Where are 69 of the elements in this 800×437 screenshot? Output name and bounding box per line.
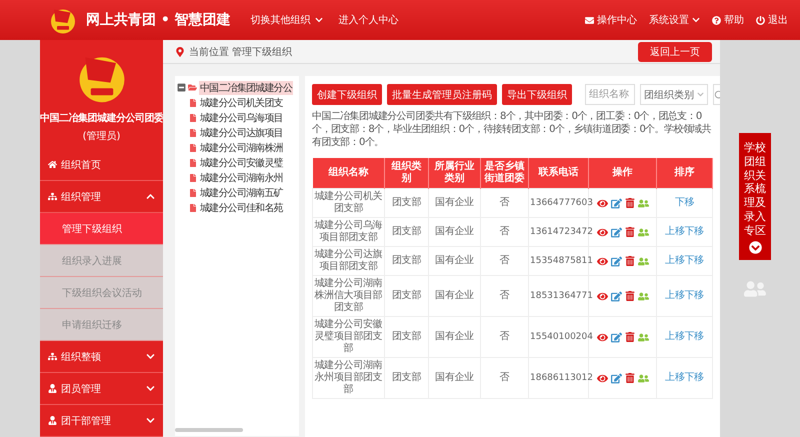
category-select[interactable]: 团组织类别 — [640, 84, 708, 105]
header-link[interactable]: 退出 — [756, 13, 788, 27]
column-header: 所属行业类别 — [428, 158, 480, 188]
tree-node[interactable]: 城建分公司湖南五矿 — [175, 185, 299, 200]
table-cell: 国有企业 — [428, 188, 480, 218]
back-button[interactable]: 返回上一页 — [638, 42, 712, 62]
tree-node[interactable]: 城建分公司机关团支 — [175, 95, 299, 110]
tree-node[interactable]: 城建分公司达旗项目 — [175, 125, 299, 140]
header-link[interactable]: 帮助 — [712, 13, 744, 27]
sort-link[interactable]: 下移 — [684, 372, 704, 383]
role-label: (管理员) — [82, 130, 120, 143]
nav-link[interactable]: 进入个人中心 — [338, 13, 399, 27]
submenu-item[interactable]: 管理下级组织 — [40, 213, 163, 245]
table-cell: 城建分公司安徽灵璧项目部团支部 — [312, 316, 384, 358]
org-name: 中国二冶集团城建分公司团委 — [40, 111, 164, 125]
tree-node[interactable]: 城建分公司乌海项目 — [175, 110, 299, 125]
table-cell: 否 — [480, 276, 528, 316]
table-cell: 城建分公司湖南株洲信大项目部团支部 — [312, 276, 384, 316]
search-field[interactable]: 组织名称 — [585, 84, 635, 105]
action-button[interactable]: 创建下级组织 — [312, 84, 382, 105]
table-cell: 团支部 — [384, 188, 428, 218]
column-header: 是否乡镇街道团委 — [480, 158, 528, 188]
tree-node[interactable]: 城建分公司佳和名苑 — [175, 200, 299, 215]
sort-link[interactable]: 上移 — [665, 255, 684, 266]
sort-link[interactable]: 上移 — [665, 290, 684, 301]
column-header: 操作 — [588, 158, 656, 188]
table-cell: 国有企业 — [428, 316, 480, 358]
tree-node[interactable]: 城建分公司安徽灵璧 — [175, 155, 299, 170]
table-cell: 国有企业 — [428, 246, 480, 276]
table-cell: 城建分公司湖南永州项目部团支部 — [312, 358, 384, 398]
table-cell: 否 — [480, 246, 528, 276]
table-cell: 团支部 — [384, 358, 428, 398]
breadcrumb: 当前位置 管理下级组织 — [189, 46, 292, 58]
sort-link[interactable]: 上移 — [665, 226, 684, 237]
sort-link[interactable]: 下移 — [684, 226, 704, 237]
tree-node[interactable]: 城建分公司湖南永州 — [175, 170, 299, 185]
sort-link[interactable]: 上移 — [665, 331, 684, 342]
table-cell: 否 — [480, 188, 528, 218]
action-button[interactable]: 批量生成管理员注册码 — [387, 84, 497, 105]
column-header: 联系电话 — [528, 158, 588, 188]
tree-node[interactable]: 城建分公司湖南株洲 — [175, 140, 299, 155]
table-cell: 团支部 — [384, 246, 428, 276]
table-cell: 团支部 — [384, 276, 428, 316]
sort-link[interactable]: 下移 — [684, 331, 704, 342]
table-cell: 城建分公司机关团支部 — [312, 188, 384, 218]
table-cell: 城建分公司达旗项目部团支部 — [312, 246, 384, 276]
sort-link[interactable]: 下移 — [674, 197, 694, 208]
table-cell: 城建分公司乌海项目部团支部 — [312, 218, 384, 246]
column-header: 组织类别 — [384, 158, 428, 188]
side-tab[interactable]: 学校团组织关系梳理及录入专区 — [739, 133, 771, 260]
table-cell: 否 — [480, 316, 528, 358]
site-title: 网上共青团 • 智慧团建 — [86, 11, 231, 29]
table-cell: 国有企业 — [428, 218, 480, 246]
column-header: 组织名称 — [312, 158, 384, 188]
header-link[interactable]: 操作中心 — [585, 13, 637, 27]
table-cell: 团支部 — [384, 218, 428, 246]
sort-link[interactable]: 下移 — [684, 255, 704, 266]
table-cell: 国有企业 — [428, 358, 480, 398]
action-button[interactable]: 导出下级组织 — [502, 84, 572, 105]
header-link[interactable]: 系统设置 — [649, 13, 700, 27]
table-cell: 否 — [480, 358, 528, 398]
table-cell: 国有企业 — [428, 276, 480, 316]
column-header: 排序 — [656, 158, 712, 188]
nav-link[interactable]: 切换其他组织 — [250, 13, 323, 27]
sort-link[interactable]: 上移 — [665, 372, 684, 383]
sort-link[interactable]: 下移 — [684, 290, 704, 301]
table-cell: 团支部 — [384, 316, 428, 358]
table-cell: 否 — [480, 218, 528, 246]
summary-text: 中国二冶集团城建分公司团委共有下级组织：8个，其中团委：0个，团工委：0个，团总支：0个，团支部：8个，毕业生团组织：0个，待接转团支部：0个，乡镇街道团委：0个。学校领域共有团支部：0个。 — [312, 110, 712, 149]
